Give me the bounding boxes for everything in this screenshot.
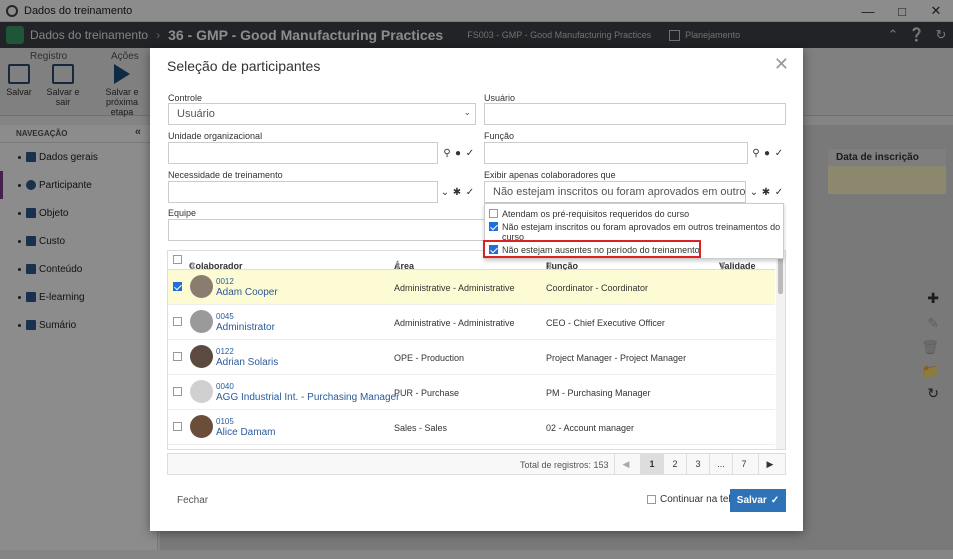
controle-label: Controle: [168, 93, 203, 103]
clear-icon[interactable]: ✓: [772, 142, 786, 164]
checkmark-icon: ✓: [770, 495, 780, 506]
option-prerequisitos[interactable]: Atendam os pré-requisitos requeridos do …: [489, 209, 689, 219]
funcao-input[interactable]: [484, 142, 748, 164]
continue-on-screen[interactable]: Continuar na tela: [647, 494, 736, 505]
grid-scrollbar[interactable]: [776, 251, 785, 449]
table-row[interactable]: 0040 AGG Industrial Int. - Purchasing Ma…: [168, 375, 775, 410]
employee-code: 0105: [216, 417, 234, 426]
option-checkbox[interactable]: [489, 209, 498, 218]
employee-code: 0040: [216, 382, 234, 391]
clear-icon[interactable]: ✓: [463, 142, 477, 164]
row-checkbox[interactable]: [173, 387, 182, 396]
employee-name[interactable]: Administrator: [216, 322, 275, 333]
employee-name[interactable]: AGG Industrial Int. - Purchasing Manager: [216, 392, 399, 403]
employee-area: PUR - Purchase: [394, 388, 460, 398]
option-nao-inscritos[interactable]: Não estejam inscritos ou foram aprovados…: [489, 222, 780, 242]
clear-icon[interactable]: ✓: [772, 181, 786, 203]
avatar: [190, 345, 213, 368]
employee-area: Administrative - Administrative: [394, 283, 515, 293]
scrollbar-thumb[interactable]: [778, 254, 783, 294]
exibir-label: Exibir apenas colaboradores que: [484, 170, 616, 180]
employee-code: 0122: [216, 347, 234, 356]
employee-area: OPE - Production: [394, 353, 465, 363]
row-checkbox[interactable]: [173, 352, 182, 361]
modal-close-icon[interactable]: ✕: [774, 54, 789, 75]
row-checkbox[interactable]: [173, 422, 182, 431]
avatar: [190, 310, 213, 333]
employee-function: CEO - Chief Executive Officer: [546, 318, 665, 328]
clear-icon[interactable]: ✓: [463, 181, 477, 203]
employee-name[interactable]: Adam Cooper: [216, 287, 278, 298]
page-ellipsis: ...: [709, 454, 732, 474]
employee-area: Administrative - Administrative: [394, 318, 515, 328]
page-2[interactable]: 2: [663, 454, 686, 474]
total-records: Total de registros: 153: [520, 460, 609, 470]
employee-name[interactable]: Alice Damam: [216, 427, 275, 438]
asterisk-icon[interactable]: ✱: [450, 181, 464, 203]
unidade-input[interactable]: [168, 142, 438, 164]
prev-page-icon[interactable]: ◀: [614, 454, 637, 474]
employee-code: 0012: [216, 277, 234, 286]
table-row[interactable]: 0012 Adam Cooper Administrative - Admini…: [168, 270, 775, 305]
employee-function: 02 - Account manager: [546, 423, 635, 433]
highlight-box: [483, 240, 701, 258]
funcao-label: Função: [484, 131, 515, 141]
exibir-select[interactable]: Não estejam inscritos ou foram aprovados…: [484, 181, 746, 203]
page-7[interactable]: 7: [732, 454, 755, 474]
next-page-icon[interactable]: ▶: [758, 454, 781, 474]
modal-title: Seleção de participantes: [167, 58, 321, 74]
row-checkbox[interactable]: [173, 282, 182, 291]
table-row[interactable]: 0045 Administrator Administrative - Admi…: [168, 305, 775, 340]
employee-area: Sales - Sales: [394, 423, 448, 433]
necessidade-label: Necessidade de treinamento: [168, 170, 283, 180]
avatar: [190, 415, 213, 438]
necessidade-input[interactable]: [168, 181, 438, 203]
avatar: [190, 380, 213, 403]
option-checkbox[interactable]: [489, 222, 498, 231]
save-button[interactable]: Salvar ✓: [730, 489, 786, 512]
asterisk-icon[interactable]: ✱: [759, 181, 773, 203]
employee-function: PM - Purchasing Manager: [546, 388, 651, 398]
equipe-input[interactable]: [168, 219, 488, 241]
close-button[interactable]: Fechar: [177, 495, 208, 506]
page-3[interactable]: 3: [686, 454, 709, 474]
select-all-checkbox[interactable]: [173, 255, 182, 264]
employee-code: 0045: [216, 312, 234, 321]
chevron-down-icon: ⌄: [463, 107, 471, 117]
row-checkbox[interactable]: [173, 317, 182, 326]
employee-function: Coordinator - Coordinator: [546, 283, 649, 293]
employee-name[interactable]: Adrian Solaris: [216, 357, 278, 368]
equipe-label: Equipe: [168, 208, 197, 218]
page-1[interactable]: 1: [640, 454, 663, 474]
table-row[interactable]: 0105 Alice Damam Sales - Sales 02 - Acco…: [168, 410, 775, 445]
usuario-label: Usuário: [484, 93, 516, 103]
controle-select[interactable]: Usuário ⌄: [168, 103, 476, 125]
unidade-label: Unidade organizacional: [168, 131, 263, 141]
participants-grid: Colaborador ⇕ Área ⇕ Função ⇕ Validade ⇕…: [167, 250, 786, 450]
employee-function: Project Manager - Project Manager: [546, 353, 687, 363]
continue-checkbox[interactable]: [647, 495, 656, 504]
avatar: [190, 275, 213, 298]
usuario-input[interactable]: [484, 103, 786, 125]
table-row[interactable]: 0122 Adrian Solaris OPE - Production Pro…: [168, 340, 775, 375]
pagination: Total de registros: 153 ◀ 1 2 3 ... 7 ▶: [167, 453, 786, 475]
